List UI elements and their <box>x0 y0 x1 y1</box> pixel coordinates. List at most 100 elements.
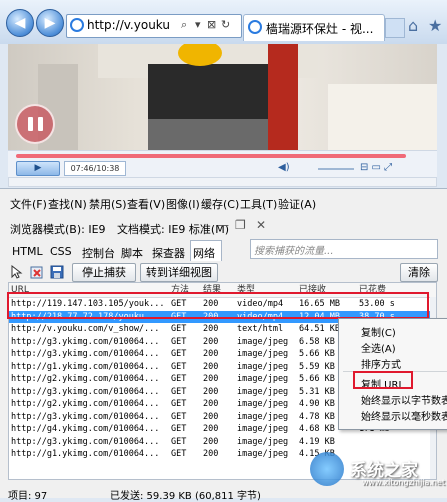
cell-type: image/jpeg <box>237 436 289 447</box>
cell-received: 5.59 KB <box>299 361 335 372</box>
cell-type: image/jpeg <box>237 399 289 409</box>
cell-type: image/jpeg <box>237 386 289 397</box>
cell-type: image/jpeg <box>237 424 289 434</box>
search-icon[interactable]: ⌕ <box>181 18 187 32</box>
cell-received: 64.51 KB <box>299 324 340 334</box>
video-shape <box>148 64 288 124</box>
cell-result: 200 <box>203 336 219 347</box>
watermark: 系统之家 www.xitongzhijia.net <box>310 448 446 492</box>
tab-network[interactable]: 网络 <box>193 245 215 261</box>
menu-item-sort[interactable]: 排序方式 <box>361 356 401 371</box>
tab-title: 樯瑞源环保灶 - 视... <box>266 22 374 36</box>
address-bar[interactable]: http://v.youku ⌕ ▾ ⊠ ↻ <box>66 14 242 38</box>
close-icon[interactable]: ✕ <box>256 218 266 232</box>
cell-url: http://g3.ykimg.com/010064... <box>11 436 160 447</box>
menu-file[interactable]: 文件(F) <box>10 196 47 212</box>
cell-type: image/jpeg <box>237 449 289 459</box>
compat-icon[interactable]: ⊠ <box>207 18 216 31</box>
ie-icon <box>70 18 84 32</box>
volume-icon[interactable]: ◀) <box>278 162 290 173</box>
ie-icon <box>248 20 262 34</box>
browser-mode[interactable]: 浏览器模式(B): IE9 <box>10 223 106 236</box>
cell-url: http://g4.ykimg.com/010064... <box>11 424 160 434</box>
pause-icon[interactable] <box>15 104 55 144</box>
cell-received: 6.58 KB <box>299 336 335 347</box>
cell-type: image/jpeg <box>237 374 289 384</box>
cell-method: GET <box>171 399 187 409</box>
cell-result: 200 <box>203 324 219 334</box>
menu-find[interactable]: 查找(N) <box>48 196 87 212</box>
cell-result: 200 <box>203 361 219 372</box>
menu-tools[interactable]: 工具(T) <box>240 196 277 212</box>
select-pointer-icon[interactable] <box>10 264 24 279</box>
cell-received: 5.31 KB <box>299 386 335 397</box>
detail-view-button[interactable]: 转到详细视图 <box>140 263 218 282</box>
cell-result: 200 <box>203 349 219 359</box>
menu-view[interactable]: 查看(V) <box>127 196 165 212</box>
video-frame[interactable] <box>8 44 437 159</box>
menu-cache[interactable]: 缓存(C) <box>201 196 239 212</box>
cell-received: 4.90 KB <box>299 399 335 409</box>
cell-url: http://v.youku.com/v_show/... <box>11 324 160 334</box>
home-icon[interactable]: ⌂ <box>408 16 418 35</box>
cell-url: http://g1.ykimg.com/010064... <box>11 449 160 459</box>
status-sent: 已发送: 59.39 KB (60,811 字节) <box>110 491 261 502</box>
cell-method: GET <box>171 449 187 459</box>
cell-url: http://g2.ykimg.com/010064... <box>11 399 160 409</box>
cell-result: 200 <box>203 436 219 447</box>
menu-item-show-ms[interactable]: 始终显示以毫秒数表示 <box>361 408 447 423</box>
back-icon[interactable]: ◀ <box>6 9 34 37</box>
cell-url: http://g3.ykimg.com/010064... <box>11 336 160 347</box>
new-tab-button[interactable] <box>385 18 405 38</box>
table-row[interactable]: http://g3.ykimg.com/010064... GET 200 image… <box>9 436 436 448</box>
cell-type: text/html <box>237 324 284 334</box>
progress-bar[interactable] <box>16 154 406 158</box>
tab-html[interactable]: HTML <box>12 245 43 258</box>
browser-toolbar: ◀ ▶ http://v.youku ⌕ ▾ ⊠ ↻ 樯瑞源环保灶 - 视...… <box>0 0 447 44</box>
search-input[interactable]: 搜索捕获的流量... <box>250 239 438 259</box>
menu-image[interactable]: 图像(I) <box>166 196 200 212</box>
watermark-url: www.xitongzhijia.net <box>362 478 446 487</box>
menu-item-select-all[interactable]: 全选(A) <box>361 340 396 355</box>
cell-method: GET <box>171 349 187 359</box>
cell-type: image/jpeg <box>237 411 289 422</box>
horizontal-scrollbar[interactable] <box>8 177 437 187</box>
save-icon[interactable] <box>50 265 64 279</box>
minimize-icon[interactable]: — <box>217 218 229 232</box>
menu-validate[interactable]: 验证(A) <box>278 196 316 212</box>
stop-capture-button[interactable]: 停止捕获 <box>72 263 136 282</box>
dropdown-icon[interactable]: ▾ <box>195 18 201 31</box>
tab-script[interactable]: 脚本 <box>121 245 143 261</box>
menu-item-copy[interactable]: 复制(C) <box>361 324 396 339</box>
cell-result: 200 <box>203 374 219 384</box>
fullscreen-icon[interactable]: ⊟ ▭ ⤢ <box>360 162 392 173</box>
restore-icon[interactable]: ❐ <box>235 218 246 232</box>
tab-profiler[interactable]: 探查器 <box>152 245 185 261</box>
cell-url: http://g3.ykimg.com/010064... <box>11 411 160 422</box>
tab-console[interactable]: 控制台 <box>82 245 115 261</box>
favorites-icon[interactable]: ★ <box>428 16 442 35</box>
play-button[interactable]: ▶ <box>16 161 60 176</box>
volume-slider[interactable] <box>318 168 354 170</box>
tab-css[interactable]: CSS <box>50 245 72 258</box>
cell-result: 200 <box>203 424 219 434</box>
menu-disable[interactable]: 禁用(S) <box>89 196 127 212</box>
clear-cache-icon[interactable] <box>30 265 44 279</box>
forward-icon[interactable]: ▶ <box>36 9 64 37</box>
clear-button[interactable]: 清除 <box>400 263 438 282</box>
browser-tab[interactable]: 樯瑞源环保灶 - 视... <box>243 14 385 41</box>
brand-logo <box>310 452 344 486</box>
refresh-icon[interactable]: ↻ <box>221 18 230 31</box>
cell-method: GET <box>171 386 187 397</box>
document-mode[interactable]: 文档模式: IE9 标准(M) <box>117 223 229 236</box>
cell-method: GET <box>171 361 187 372</box>
video-shape <box>268 44 298 159</box>
menu-item-show-bytes[interactable]: 始终显示以字节数表示 <box>361 392 447 407</box>
cell-received: 4.19 KB <box>299 436 335 447</box>
cell-method: GET <box>171 424 187 434</box>
cell-url: http://g1.ykimg.com/010064... <box>11 361 160 372</box>
player-controls: ▶ 07:46/10:38 ◀) ⊟ ▭ ⤢ <box>8 150 437 177</box>
cell-result: 200 <box>203 386 219 397</box>
status-items: 项目: 97 <box>8 491 48 502</box>
cell-type: image/jpeg <box>237 349 289 359</box>
